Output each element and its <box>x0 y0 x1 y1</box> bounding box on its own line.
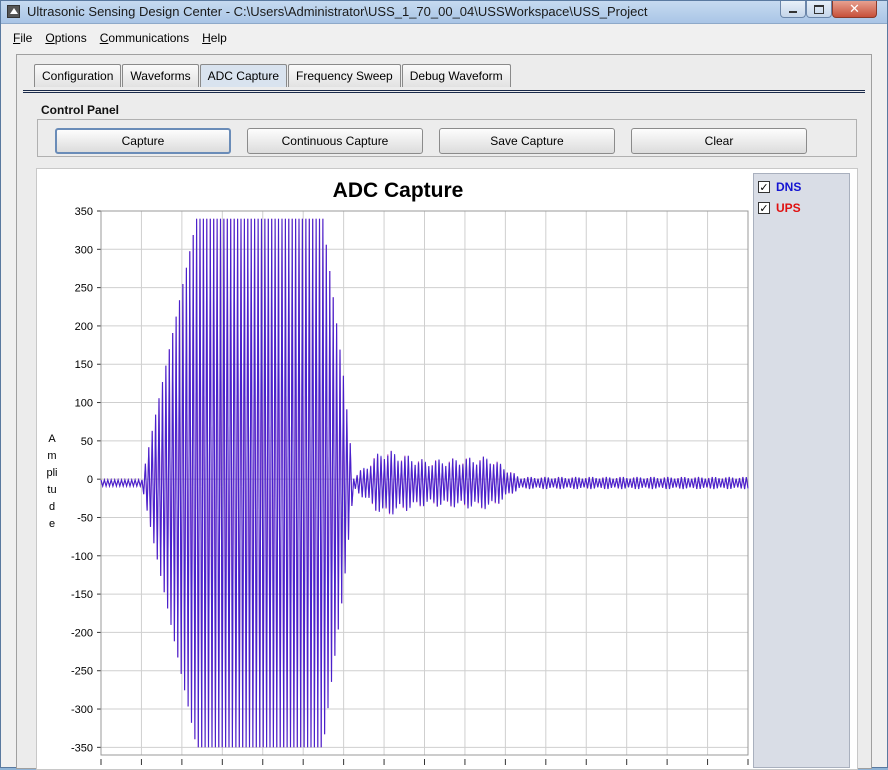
menu-communications[interactable]: Communications <box>98 30 191 46</box>
y-tick-label: 100 <box>75 398 93 410</box>
app-icon <box>7 5 20 18</box>
y-tick-label: -150 <box>71 589 93 601</box>
minimize-icon <box>789 11 797 13</box>
y-tick-label: -300 <box>71 704 93 716</box>
menu-file[interactable]: File <box>11 30 34 46</box>
control-panel: Capture Continuous Capture Save Capture … <box>37 119 857 157</box>
main-panel: Configuration Waveforms ADC Capture Freq… <box>16 54 872 770</box>
plot-svg: 350 300 250 200 150 100 50 0 -50 -100 -150 -200 -250… <box>71 206 749 765</box>
y-tick-label: -50 <box>77 512 93 524</box>
y-tick-label: 50 <box>81 436 93 448</box>
checkmark-icon: ✓ <box>759 201 769 215</box>
minimize-button[interactable] <box>780 1 806 18</box>
tab-divider <box>23 90 865 93</box>
y-tick-label: 0 <box>87 474 93 486</box>
y-tick-label: 300 <box>75 244 93 256</box>
maximize-icon <box>814 4 824 14</box>
menu-help[interactable]: Help <box>200 30 229 46</box>
y-tick-label: 150 <box>75 359 93 371</box>
tab-strip: Configuration Waveforms ADC Capture Freq… <box>34 64 512 87</box>
menu-options[interactable]: Options <box>43 30 88 46</box>
title-bar[interactable]: Ultrasonic Sensing Design Center - C:\Us… <box>1 1 887 24</box>
tab-frequency-sweep[interactable]: Frequency Sweep <box>288 64 401 87</box>
y-tick-label: 250 <box>75 283 93 295</box>
tab-debug-waveform[interactable]: Debug Waveform <box>401 64 511 87</box>
maximize-button[interactable] <box>806 1 832 18</box>
tab-configuration[interactable]: Configuration <box>34 64 122 87</box>
legend-label-ups: UPS <box>776 201 801 215</box>
legend-item-dns[interactable]: ✓ DNS <box>758 180 801 194</box>
menu-bar: File Options Communications Help <box>1 28 887 48</box>
capture-button[interactable]: Capture <box>55 128 231 154</box>
close-icon: ✕ <box>849 1 860 17</box>
tab-adc-capture[interactable]: ADC Capture <box>199 64 287 87</box>
close-button[interactable]: ✕ <box>832 1 877 18</box>
y-tick-label: -350 <box>71 742 93 754</box>
y-tick-label: -250 <box>71 666 93 678</box>
legend-label-dns: DNS <box>776 180 802 194</box>
app-window: Ultrasonic Sensing Design Center - C:\Us… <box>0 0 888 770</box>
chart-legend: ✓ DNS ✓ UPS <box>753 173 850 768</box>
adc-chart[interactable]: ADC Capture Amplitude 350 300 250 200 150 100… <box>36 168 858 770</box>
tab-waveforms[interactable]: Waveforms <box>122 64 199 87</box>
clear-button[interactable]: Clear <box>631 128 807 154</box>
legend-item-ups[interactable]: ✓ UPS <box>758 201 801 215</box>
y-tick-label: 350 <box>75 206 93 218</box>
y-tick-label: -100 <box>71 551 93 563</box>
control-panel-title: Control Panel <box>41 103 120 117</box>
continuous-capture-button[interactable]: Continuous Capture <box>247 128 423 154</box>
y-tick-label: -200 <box>71 627 93 639</box>
checkmark-icon: ✓ <box>759 180 769 194</box>
ups-checkbox[interactable]: ✓ <box>758 202 770 214</box>
window-title: Ultrasonic Sensing Design Center - C:\Us… <box>27 4 648 19</box>
save-capture-button[interactable]: Save Capture <box>439 128 615 154</box>
dns-checkbox[interactable]: ✓ <box>758 181 770 193</box>
y-tick-label: 200 <box>75 321 93 333</box>
